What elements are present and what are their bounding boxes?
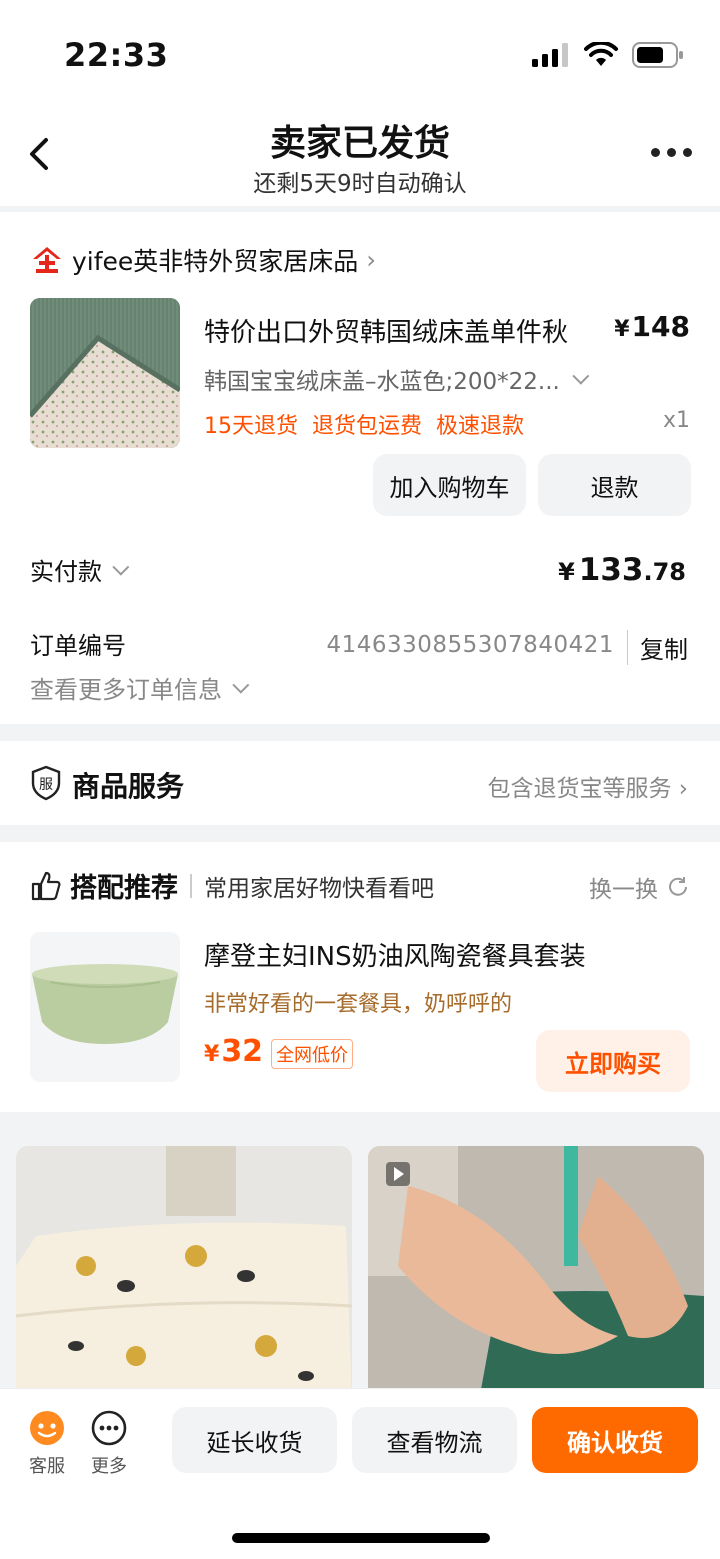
copy-order-number-button[interactable]: 复制 <box>627 630 688 665</box>
shop-header[interactable]: yifee英非特外贸家居床品 › <box>30 242 376 278</box>
bottom-action-bar: 客服 更多 延长收货 查看物流 确认收货 <box>0 1388 720 1559</box>
chevron-down-icon <box>572 367 590 385</box>
product-title[interactable]: 特价出口外贸韩国绒床盖单件秋 <box>204 312 568 349</box>
thumbs-up-icon <box>31 871 61 900</box>
product-sku[interactable]: 韩国宝宝绒床盖–水蓝色;200*22... <box>204 362 590 396</box>
recommended-product-image[interactable] <box>30 932 180 1082</box>
recommended-product-price: ¥ 32 全网低价 <box>204 1034 354 1069</box>
auto-confirm-countdown: 还剩5天9时自动确认 <box>253 171 467 197</box>
recommended-product-name[interactable]: 摩登主妇INS奶油风陶瓷餐具套装 <box>204 936 586 973</box>
paid-amount: ¥ 133 .78 <box>558 552 686 588</box>
order-number: 4146330855307840421 <box>326 632 614 658</box>
more-circle-icon <box>91 1410 127 1446</box>
more-order-info-toggle[interactable]: 查看更多订单信息 <box>30 670 250 705</box>
shop-name: yifee英非特外贸家居床品 <box>72 247 359 276</box>
battery-icon <box>632 42 683 68</box>
status-icons <box>532 42 684 68</box>
tag-return: 15天退货 <box>204 414 298 439</box>
product-image[interactable] <box>30 298 180 448</box>
home-indicator[interactable] <box>232 1533 490 1543</box>
swap-button[interactable]: 换一换 <box>589 870 690 904</box>
product-quantity: x1 <box>662 408 690 433</box>
navigation-bar: 卖家已发货 还剩5天9时自动确认 <box>0 108 720 206</box>
page-title: 卖家已发货 <box>269 123 450 164</box>
shop-chevron-icon: › <box>366 246 376 274</box>
recommended-product-description: 非常好看的一套餐具，奶呼呼的 <box>204 992 513 1017</box>
lowest-price-badge: 全网低价 <box>271 1039 354 1069</box>
product-service-card[interactable]: 服 商品服务 包含退货宝等服务 › <box>0 741 720 825</box>
recommendation-header: 搭配推荐 常用家居好物快看看吧 <box>30 866 434 905</box>
order-card: yifee英非特外贸家居床品 › 特价出口外贸韩国绒床盖单件秋 ¥148 韩国宝… <box>0 212 720 724</box>
more-button[interactable]: 更多 <box>84 1409 134 1478</box>
shop-logo-icon <box>33 247 61 273</box>
status-time: 22:33 <box>64 36 169 74</box>
extend-receipt-button[interactable]: 延长收货 <box>172 1407 337 1473</box>
feed-item-image[interactable] <box>16 1146 352 1406</box>
recommendation-subtitle: 常用家居好物快看看吧 <box>204 875 434 902</box>
shield-icon: 服 <box>31 765 61 801</box>
paid-amount-toggle[interactable]: 实付款 <box>30 552 130 587</box>
feed-item-image[interactable] <box>368 1146 704 1406</box>
add-to-cart-button[interactable]: 加入购物车 <box>373 454 526 516</box>
cellular-signal-icon <box>532 43 568 67</box>
recommendation-title: 搭配推荐 <box>70 873 178 904</box>
tag-fast-refund: 极速退款 <box>436 414 525 439</box>
buy-now-button[interactable]: 立即购买 <box>536 1030 690 1092</box>
chevron-down-icon <box>112 558 130 576</box>
customer-service-icon <box>30 1411 64 1445</box>
refund-button[interactable]: 退款 <box>538 454 691 516</box>
view-logistics-button[interactable]: 查看物流 <box>352 1407 517 1473</box>
tag-free-return-shipping: 退货包运费 <box>312 414 423 439</box>
confirm-receipt-button[interactable]: 确认收货 <box>532 1407 698 1473</box>
wifi-icon <box>584 42 618 66</box>
order-number-label: 订单编号 <box>30 632 126 660</box>
product-price: ¥148 <box>614 310 690 343</box>
divider <box>190 873 192 898</box>
recommendation-card: 搭配推荐 常用家居好物快看看吧 换一换 摩登主妇INS奶油风陶瓷餐具套装 非常好… <box>0 842 720 1112</box>
product-service-tags: 15天退货 退货包运费 极速退款 <box>204 408 524 440</box>
refresh-icon <box>669 877 687 896</box>
chevron-down-icon <box>232 676 250 694</box>
more-options-icon[interactable] <box>651 148 692 157</box>
status-bar: 22:33 <box>0 0 720 108</box>
service-title: 商品服务 <box>72 770 185 803</box>
customer-service-button[interactable]: 客服 <box>22 1409 72 1478</box>
service-summary: 包含退货宝等服务 › <box>487 776 688 802</box>
svg-text:服: 服 <box>39 777 53 793</box>
